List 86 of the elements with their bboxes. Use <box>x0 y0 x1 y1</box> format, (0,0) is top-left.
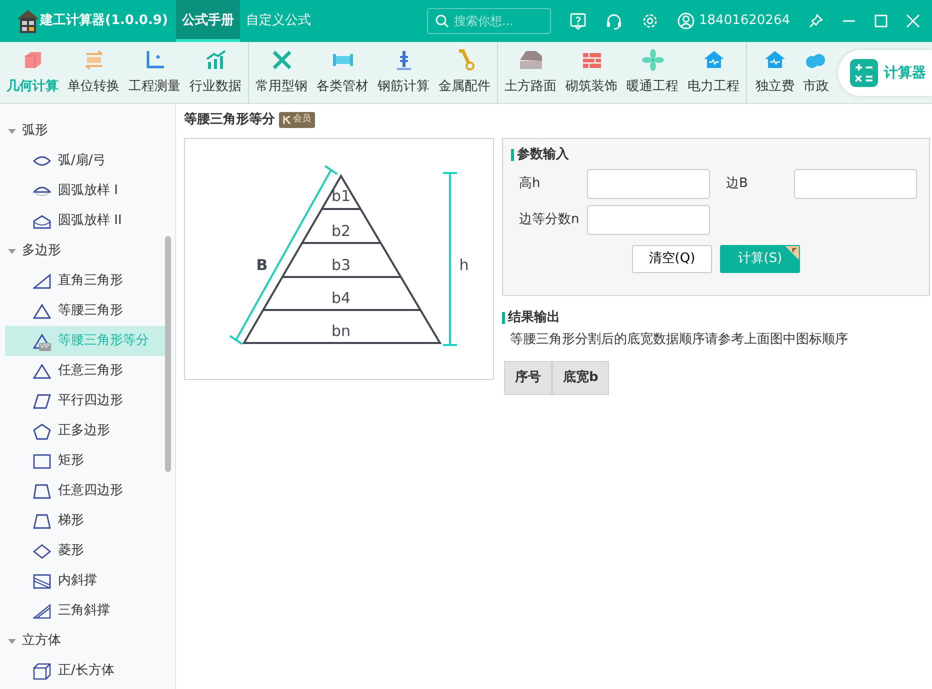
search-field[interactable]: 搜索你想... <box>427 8 552 34</box>
nav-tab[interactable]: 公式手册 <box>176 0 240 42</box>
toolbar-tab[interactable]: 金属配件 <box>434 42 495 103</box>
user-icon[interactable] <box>677 12 696 30</box>
sidebar-item[interactable]: 任意三角形 <box>5 356 165 386</box>
sidebar-item[interactable]: 任意四边形 <box>5 476 165 506</box>
expanded-caret-icon[interactable] <box>8 127 16 135</box>
toolbar-tab[interactable]: 独立费 <box>747 42 803 103</box>
right-triangle-icon <box>33 272 51 290</box>
field-label: 高h <box>518 174 542 193</box>
settings-icon[interactable] <box>641 12 660 30</box>
clear-button[interactable]: 清空(Q) <box>632 244 712 272</box>
scrollbar[interactable] <box>165 236 171 472</box>
rhombus-icon <box>33 542 51 560</box>
height-label: h <box>459 256 469 274</box>
sidebar-item[interactable]: 弧/扇/弓 <box>5 146 165 176</box>
section-title: 参数输入 <box>511 148 921 160</box>
section-title: 结果输出 <box>502 312 930 324</box>
braced-triangle-icon <box>33 602 51 620</box>
toolbar-tab[interactable]: 常用型钢 <box>251 42 312 103</box>
sidebar-item[interactable]: 梯形 <box>5 506 165 536</box>
expanded-caret-icon[interactable] <box>8 247 16 255</box>
quadrilateral-icon <box>33 482 51 500</box>
calculator-house-icon <box>16 8 40 34</box>
help-icon[interactable] <box>569 12 588 30</box>
toolbar-tab[interactable]: 工程测量 <box>124 42 185 103</box>
sidebar-item[interactable]: 内斜撑 <box>5 566 165 596</box>
result-note: 等腰三角形分割后的底宽数据顺序请参考上面图中图标顺序 <box>509 330 849 348</box>
pentagon-icon <box>33 422 51 440</box>
braced-rectangle-icon <box>33 572 51 590</box>
sidebar-item[interactable]: 圆弧放样 II <box>5 206 165 236</box>
field-label: 边B <box>725 174 749 193</box>
app-title: 建工计算器(1.0.0.9) <box>40 12 168 30</box>
category-label[interactable]: 弧形 <box>22 121 48 141</box>
toolbar-tab[interactable]: 市政 <box>803 42 829 103</box>
k-logo-icon <box>283 116 291 124</box>
fan-icon <box>640 48 664 72</box>
vip-corner-icon <box>785 246 799 260</box>
category-label[interactable]: 立方体 <box>22 631 61 651</box>
toolbar-tab[interactable]: 钢筋计算 <box>373 42 434 103</box>
toolbar-tab[interactable]: 电力工程 <box>683 42 744 103</box>
column-header: 底宽b <box>552 361 610 394</box>
field-label: 边等分数n <box>518 210 580 229</box>
toolbar-tab[interactable]: 暖通工程 <box>622 42 683 103</box>
toolbar-tab[interactable]: 土方路面 <box>500 42 561 103</box>
input-field[interactable] <box>794 168 917 198</box>
cube-icon <box>33 662 51 680</box>
sidebar-item[interactable]: 正/长方体 <box>5 656 165 686</box>
toolbar-tab[interactable]: 行业数据 <box>185 42 246 103</box>
calculator-icon <box>850 58 878 88</box>
sidebar-item[interactable]: 平行四边形 <box>5 386 165 416</box>
page-title: 等腰三角形等分 <box>184 111 275 129</box>
sidebar-item[interactable]: 圆弧放样 I <box>5 176 165 206</box>
triangle-icon <box>33 362 51 380</box>
sidebar-item[interactable]: 正多边形 <box>5 416 165 446</box>
trapezoid-icon <box>33 512 51 530</box>
toolbar-tab[interactable]: 单位转换 <box>63 42 124 103</box>
input-field[interactable] <box>587 204 710 234</box>
toolbar-tab[interactable]: 砌筑装饰 <box>561 42 622 103</box>
bar-chart-icon <box>204 48 228 72</box>
segment-label: b4 <box>331 288 351 306</box>
parallelogram-icon <box>33 392 51 410</box>
headset-icon[interactable] <box>605 12 624 30</box>
member-badge: 会员 <box>279 112 315 128</box>
toolbar-tab[interactable]: 各类管材 <box>312 42 373 103</box>
category-label[interactable]: 多边形 <box>22 241 61 261</box>
input-field[interactable] <box>587 168 710 198</box>
search-icon <box>435 14 450 28</box>
sidebar-item[interactable]: 等腰三角形 <box>5 296 165 326</box>
close-icon[interactable] <box>906 14 920 28</box>
pin-icon[interactable] <box>808 13 824 29</box>
expanded-caret-icon[interactable] <box>8 637 16 645</box>
segment-label: b3 <box>331 256 351 274</box>
segment-label: b1 <box>331 186 351 204</box>
rectangle-icon <box>33 452 51 470</box>
envelope-arc-icon <box>33 212 51 230</box>
triangle-icon <box>33 302 51 320</box>
side-label: B <box>256 256 268 274</box>
segment-label: bn <box>331 322 351 340</box>
sidebar-item[interactable]: 菱形 <box>5 536 165 566</box>
column-header: 序号 <box>504 361 552 394</box>
maximize-icon[interactable] <box>874 14 888 28</box>
sidebar-item[interactable]: 三角斜撑 <box>5 596 165 626</box>
sidebar-item[interactable]: 矩形 <box>5 446 165 476</box>
segment-label: b2 <box>331 222 351 240</box>
sidebar-item[interactable]: 直角三角形 <box>5 266 165 296</box>
